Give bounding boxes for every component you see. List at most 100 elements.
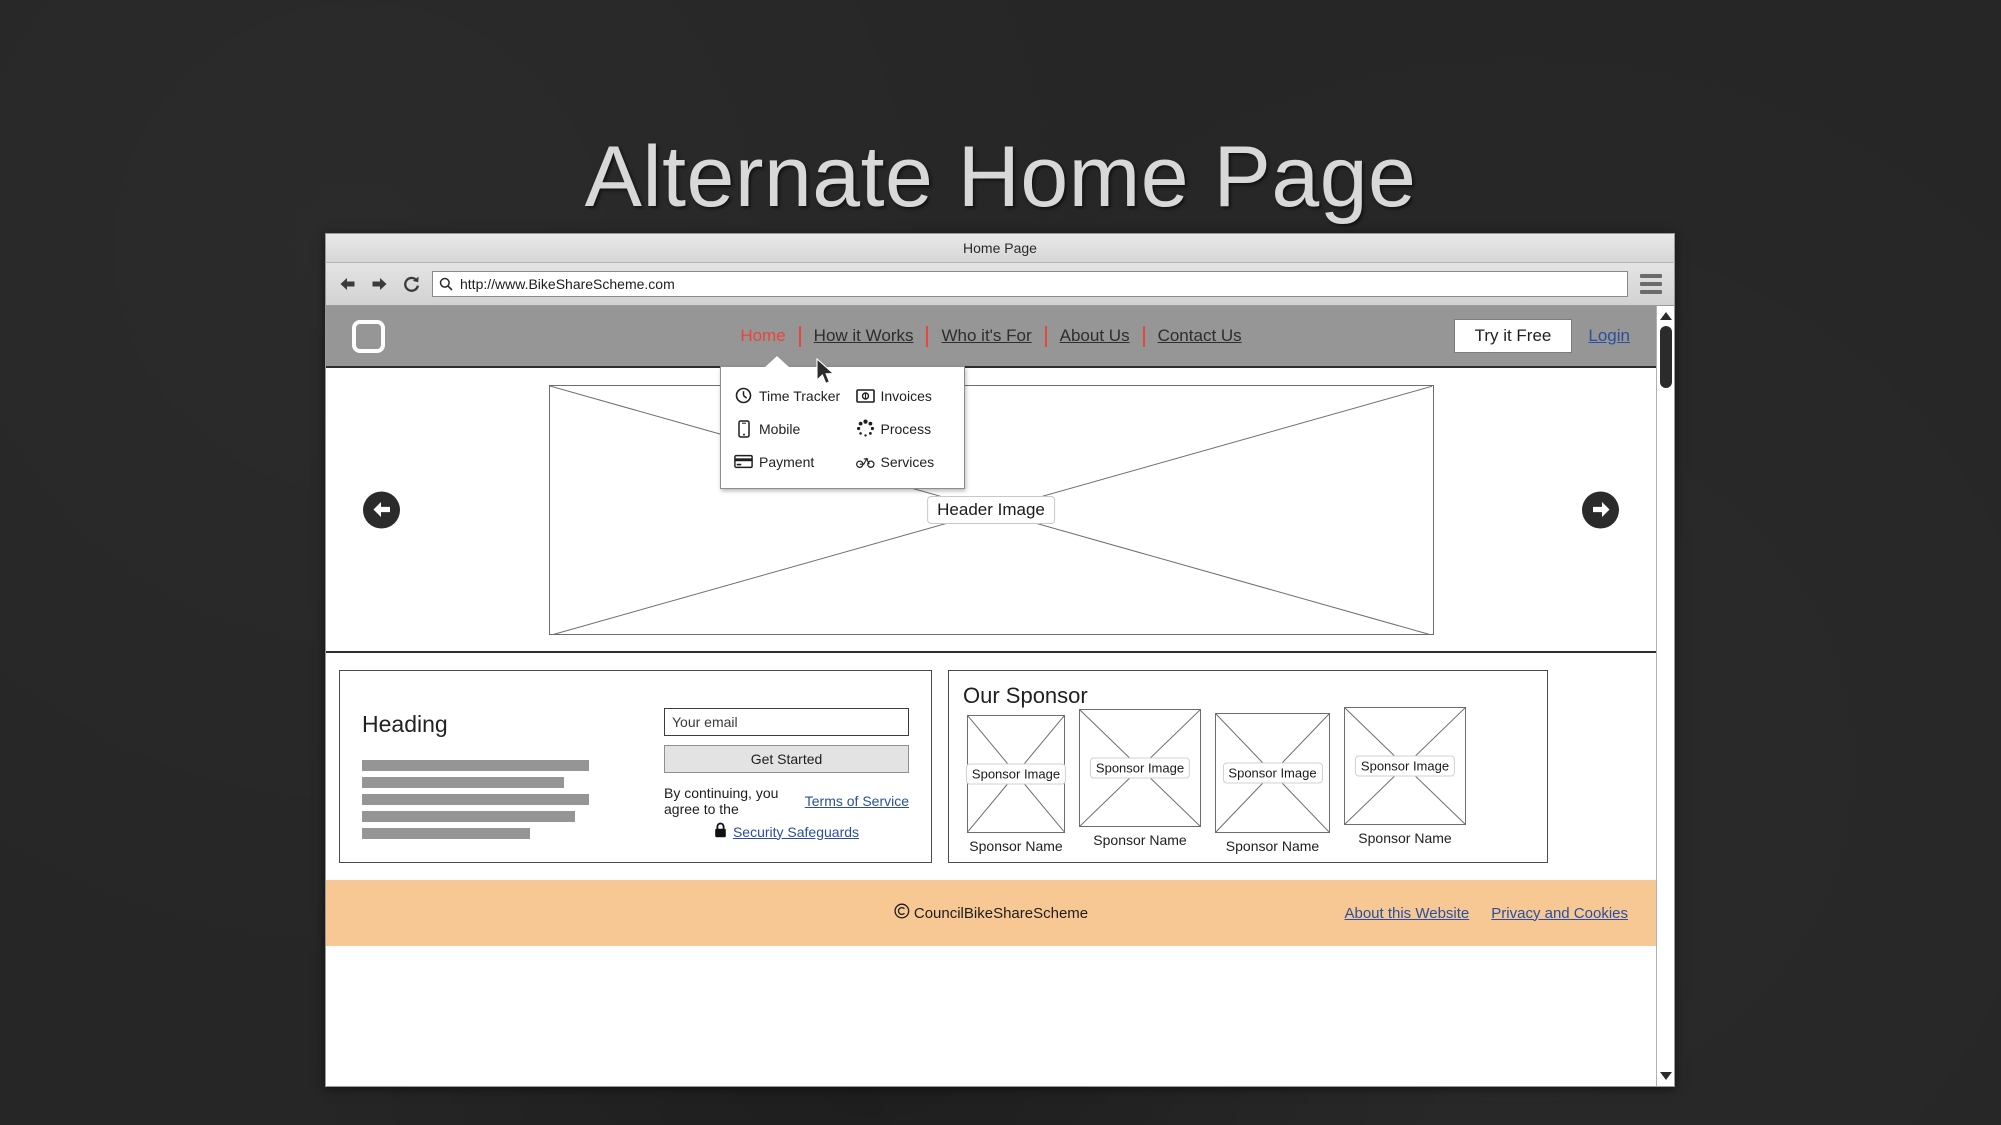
sponsor-image-placeholder[interactable]: Sponsor Image <box>1079 709 1201 827</box>
spinner-dots-icon <box>856 419 875 438</box>
browser-window: Home Page http://www.BikeShareScheme.com <box>325 233 1675 1087</box>
site-logo[interactable] <box>352 319 385 353</box>
sponsor-image-placeholder[interactable]: Sponsor Image <box>965 715 1067 833</box>
nav-link-home[interactable]: Home <box>727 326 798 346</box>
mobile-phone-icon <box>734 419 753 438</box>
email-input[interactable] <box>664 708 909 736</box>
sponsor-image-label: Sponsor Image <box>1354 755 1456 777</box>
copyright-icon <box>894 903 910 923</box>
page-content: Home How it Works Who it's For About Us … <box>326 306 1656 1086</box>
placeholder-text-bar <box>362 794 589 805</box>
header-image-placeholder[interactable]: Header Image <box>548 384 1434 635</box>
login-link[interactable]: Login <box>1588 326 1630 346</box>
nav-link-about-us[interactable]: About Us <box>1047 326 1143 346</box>
sponsor-item: Sponsor Image Sponsor Name <box>1215 713 1330 854</box>
dropdown-item-process[interactable]: Process <box>843 412 965 445</box>
sponsor-name: Sponsor Name <box>1093 832 1187 848</box>
sponsor-image-label: Sponsor Image <box>965 763 1067 785</box>
dropdown-item-time-tracker[interactable]: Time Tracker <box>721 379 843 412</box>
page-viewport: Home How it Works Who it's For About Us … <box>325 306 1675 1087</box>
terms-of-service-link[interactable]: Terms of Service <box>805 793 909 809</box>
browser-titlebar: Home Page <box>325 233 1675 262</box>
forward-arrow-icon[interactable] <box>368 273 390 295</box>
sponsor-list: Sponsor Image Sponsor Name Sponsor Image <box>963 707 1533 854</box>
sponsor-item: Sponsor Image Sponsor Name <box>965 715 1067 854</box>
url-text: http://www.BikeShareScheme.com <box>460 276 675 292</box>
terms-prefix: By continuing, you agree to the <box>664 785 779 817</box>
sponsor-image-label: Sponsor Image <box>1089 757 1191 779</box>
browser-window-title: Home Page <box>963 240 1037 256</box>
nav-link-who-its-for[interactable]: Who it's For <box>928 326 1044 346</box>
terms-notice: By continuing, you agree to the Terms of… <box>664 785 909 817</box>
how-it-works-dropdown: Time Tracker Invoices Mobile Process Pay… <box>720 356 965 489</box>
hamburger-menu-icon[interactable] <box>1638 272 1664 296</box>
try-it-free-button[interactable]: Try it Free <box>1453 319 1573 353</box>
placeholder-text-bar <box>362 760 589 771</box>
credit-card-icon <box>734 452 753 471</box>
dropdown-item-label: Services <box>880 453 935 470</box>
back-arrow-icon[interactable] <box>336 273 358 295</box>
dropdown-item-label: Process <box>880 420 932 437</box>
dropdown-row: Payment Services <box>721 445 964 478</box>
sponsor-item: Sponsor Image Sponsor Name <box>1344 707 1466 846</box>
security-notice: Security Safeguards <box>664 822 909 841</box>
browser-toolbar: http://www.BikeShareScheme.com <box>325 262 1675 306</box>
signup-copy: Heading <box>362 695 642 839</box>
copyright-text: CouncilBikeShareScheme <box>913 904 1089 922</box>
sponsor-section-title: Our Sponsor <box>963 683 1088 708</box>
sponsor-image-label: Sponsor Image <box>1222 762 1323 784</box>
about-this-website-link[interactable]: About this Website <box>1344 905 1469 922</box>
nav-link-how-it-works[interactable]: How it Works <box>801 326 927 346</box>
arrow-left-circle-icon[interactable] <box>363 491 400 528</box>
sponsor-name: Sponsor Name <box>1358 830 1452 846</box>
footer-links: About this Website Privacy and Cookies <box>1344 905 1628 922</box>
scroll-up-arrow-icon[interactable] <box>1657 308 1674 324</box>
search-icon <box>439 277 453 291</box>
dropdown-row: Time Tracker Invoices <box>721 379 964 412</box>
reload-icon[interactable] <box>400 273 422 295</box>
placeholder-text-bar <box>362 777 564 788</box>
dropdown-item-label: Mobile <box>759 420 801 437</box>
page-title: Alternate Home Page <box>584 129 1417 225</box>
scrollbar-thumb[interactable] <box>1660 326 1672 388</box>
sponsor-name: Sponsor Name <box>969 838 1063 854</box>
placeholder-text-bar <box>362 828 530 839</box>
dropdown-caret <box>765 356 789 367</box>
site-navigation-bar: Home How it Works Who it's For About Us … <box>326 306 1656 489</box>
security-safeguards-link[interactable]: Security Safeguards <box>733 824 859 840</box>
banknote-icon <box>855 386 875 405</box>
content-row: Heading Get Started By continuing, you a… <box>326 653 1656 863</box>
dropdown-item-mobile[interactable]: Mobile <box>721 412 843 445</box>
sponsor-name: Sponsor Name <box>1225 838 1320 854</box>
footer-copyright: CouncilBikeShareScheme <box>894 903 1088 923</box>
placeholder-text-bar <box>362 811 575 822</box>
dropdown-item-label: Payment <box>759 453 815 470</box>
header-carousel: Header Image <box>326 368 1656 653</box>
sponsor-item: Sponsor Image Sponsor Name <box>1079 709 1201 848</box>
sponsor-panel: Our Sponsor Sponsor Image Sponsor Name S… <box>948 670 1548 863</box>
clock-icon <box>734 386 753 405</box>
signup-panel: Heading Get Started By continuing, you a… <box>339 670 932 863</box>
privacy-and-cookies-link[interactable]: Privacy and Cookies <box>1491 905 1628 922</box>
bicycle-icon <box>855 452 875 471</box>
url-bar[interactable]: http://www.BikeShareScheme.com <box>432 271 1628 297</box>
header-image-label: Header Image <box>927 495 1055 524</box>
site-footer: CouncilBikeShareScheme About this Websit… <box>326 880 1656 946</box>
nav-link-contact-us[interactable]: Contact Us <box>1145 326 1255 346</box>
dropdown-item-label: Invoices <box>880 387 932 404</box>
nav-actions: Try it Free Login <box>1453 319 1630 353</box>
sponsor-image-placeholder[interactable]: Sponsor Image <box>1215 713 1330 833</box>
padlock-icon <box>714 822 727 841</box>
signup-form: Get Started By continuing, you agree to … <box>664 695 909 841</box>
sponsor-image-placeholder[interactable]: Sponsor Image <box>1344 707 1466 825</box>
page-scrollbar[interactable] <box>1656 306 1674 1086</box>
arrow-right-circle-icon[interactable] <box>1582 491 1619 528</box>
dropdown-row: Mobile Process <box>721 412 964 445</box>
dropdown-item-label: Time Tracker <box>759 387 841 404</box>
dropdown-item-invoices[interactable]: Invoices <box>843 379 965 412</box>
scroll-down-arrow-icon[interactable] <box>1657 1068 1674 1084</box>
get-started-button[interactable]: Get Started <box>664 745 909 773</box>
dropdown-item-payment[interactable]: Payment <box>721 445 843 478</box>
dropdown-item-services[interactable]: Services <box>843 445 965 478</box>
signup-heading: Heading <box>362 711 448 737</box>
